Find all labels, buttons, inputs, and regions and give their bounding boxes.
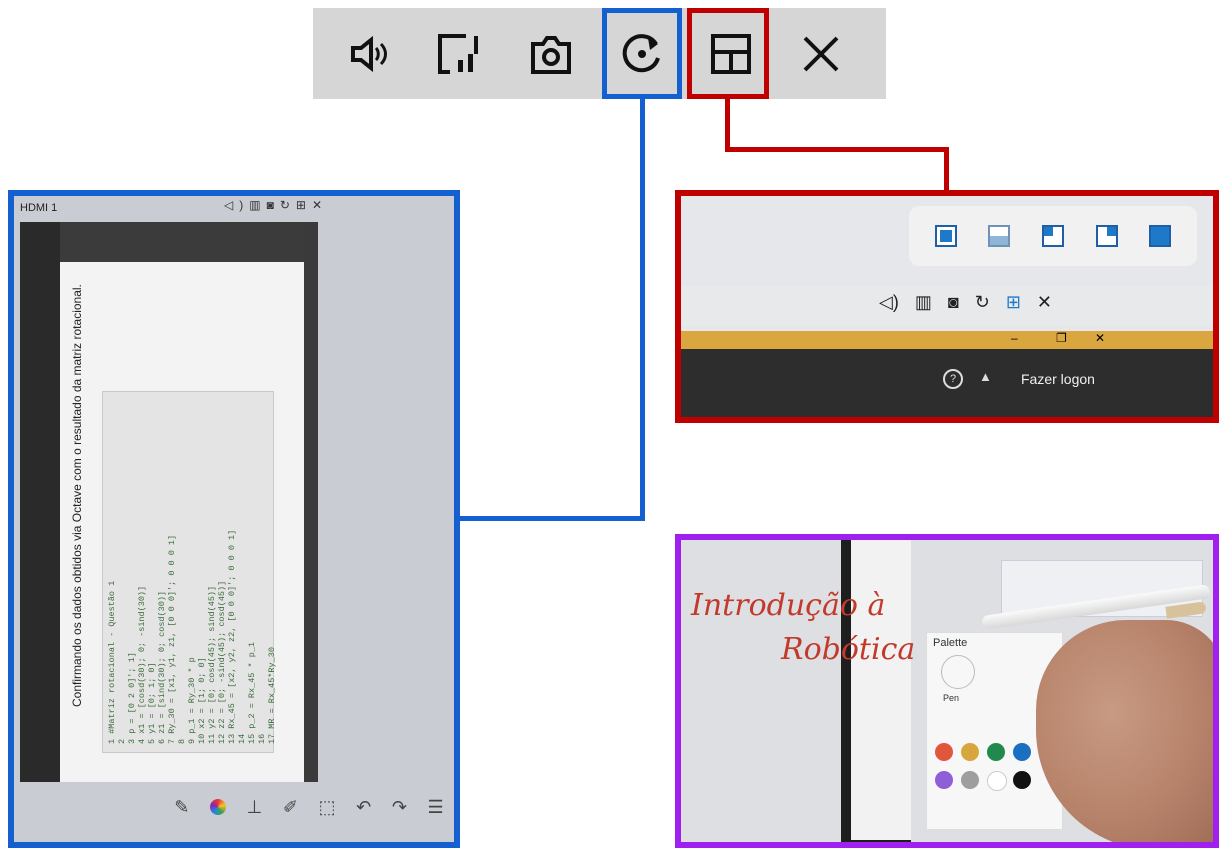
tv-toolbar: [313, 8, 886, 99]
rotated-screen-photo: HDMI 1 ◁)▥◙↻⊞✕ Confirmando os dados obti…: [8, 190, 460, 848]
color-swatch[interactable]: [935, 743, 953, 761]
browser-toolbar: [60, 222, 304, 262]
camera-icon[interactable]: [511, 8, 591, 99]
code-line: 14: [237, 733, 247, 744]
whiteboard-toolbar: ✎ ⊥ ✐ ⬚ ↶ ↷ ☰: [164, 788, 454, 826]
tv-toolbar-small: ◁) ▥ ◙ ↻ ⊞ ✕: [879, 292, 1052, 313]
source-label: HDMI 1: [20, 202, 58, 214]
code-line: 17 MR = Rx_45*Ry_30: [267, 647, 277, 744]
menu-icon[interactable]: ☰: [428, 797, 444, 818]
undo-icon[interactable]: ↶: [356, 797, 371, 818]
red-connector-line-h: [725, 147, 948, 152]
taskbar-strip: [20, 222, 60, 782]
code-line: 5 y1 = [0; 1; 0]: [147, 662, 157, 744]
layout-center-icon[interactable]: [934, 225, 957, 247]
app-header: ? ▲: [681, 349, 1213, 417]
code-line: 16: [257, 733, 267, 744]
code-block: 1 #Matriz rotacional - Questão 1 2 3 p =…: [107, 530, 277, 744]
palette-title: Palette: [933, 637, 968, 649]
code-line: 12 z2 = [0; -sind(45); cosd(45)]: [217, 580, 227, 744]
edit-icon[interactable]: ✐: [283, 797, 298, 818]
login-link[interactable]: Fazer logon: [1021, 371, 1095, 387]
window-close-button[interactable]: ✕: [1095, 331, 1105, 345]
screen-mirror-icon[interactable]: ▥: [249, 198, 266, 212]
volume-icon[interactable]: ◁): [879, 292, 899, 313]
layout-half-icon[interactable]: [988, 225, 1011, 247]
display-screen: [851, 540, 911, 840]
layout-highlight-box: [687, 8, 769, 99]
color-swatch[interactable]: [1013, 743, 1031, 761]
layout-menu-photo: ◁) ▥ ◙ ↻ ⊞ ✕ – ❐ ✕ ? ▲ Fazer logon: [675, 190, 1219, 423]
code-line: 2: [117, 738, 127, 744]
minimize-button[interactable]: –: [1011, 331, 1018, 345]
handwriting-line2: Robótica: [781, 632, 916, 667]
restore-button[interactable]: ❐: [1056, 331, 1067, 345]
layout-popup: [909, 206, 1197, 266]
color-swatch[interactable]: [987, 743, 1005, 761]
pen-label: Pen: [943, 693, 960, 703]
camera-icon[interactable]: ◙: [948, 292, 959, 313]
layout-full-icon[interactable]: [1149, 225, 1172, 247]
close-icon[interactable]: ✕: [312, 198, 328, 212]
caption: Confirmando os dados obtidos via Octave …: [70, 284, 84, 707]
code-line: 9 p_1 = Ry_30 * p: [187, 657, 197, 744]
screen-mirror-icon[interactable]: [418, 8, 498, 99]
color-swatch[interactable]: [935, 771, 953, 789]
pen-palette-photo: Introdução à Robótica Palette Pen: [675, 534, 1219, 848]
layout-top-right-icon[interactable]: [1095, 225, 1118, 247]
close-icon[interactable]: ✕: [1037, 292, 1052, 313]
layout-icon[interactable]: ⊞: [296, 198, 312, 212]
layout-icon[interactable]: ⊞: [1006, 292, 1021, 313]
code-line: 7 Ry_30 = [x1, y1, z1, [0 0 0]'; 0 0 0 1…: [167, 534, 177, 744]
mini-toolbar: ◁)▥◙↻⊞✕: [224, 198, 328, 212]
color-wheel-icon[interactable]: [209, 799, 226, 815]
code-line: 10 x2 = [1; 0; 0]: [197, 657, 207, 744]
camera-icon[interactable]: ◙: [267, 198, 280, 212]
octave-code-box: 1 #Matriz rotacional - Questão 1 2 3 p =…: [102, 391, 277, 753]
width-icon[interactable]: ⊥: [247, 797, 263, 818]
redo-icon[interactable]: ↷: [392, 797, 407, 818]
help-icon[interactable]: ?: [943, 369, 963, 389]
volume-icon[interactable]: ◁): [224, 198, 249, 212]
code-line: 3 p = [0 2 0]'; 1]: [127, 652, 137, 744]
layout-top-left-icon[interactable]: [1041, 225, 1064, 247]
rotate-icon[interactable]: ↻: [975, 292, 990, 313]
notification-bell-icon[interactable]: ▲: [979, 369, 992, 384]
side-taskbar: [304, 222, 318, 782]
red-connector-line: [725, 99, 730, 151]
select-icon[interactable]: ⬚: [319, 797, 336, 818]
pen-type-icon[interactable]: [941, 655, 975, 689]
color-swatch[interactable]: [961, 743, 979, 761]
code-line: 4 x1 = [cosd(30); 0; -sind(30)]: [137, 585, 147, 744]
color-swatch[interactable]: [961, 771, 979, 789]
code-line: 8: [177, 738, 187, 744]
blue-connector-line: [640, 99, 645, 521]
pen-icon[interactable]: ✎: [174, 797, 189, 818]
code-line: 15 p_2 = Rx_45 * p_1: [247, 641, 257, 744]
rotate-icon[interactable]: ↻: [280, 198, 296, 212]
code-line: 6 z1 = [sind(30); 0; cosd(30)]: [157, 590, 167, 744]
handwriting-line1: Introdução à: [691, 588, 886, 623]
window-title-bar: – ❐ ✕: [681, 331, 1213, 349]
color-swatch[interactable]: [987, 771, 1007, 791]
close-icon[interactable]: [781, 8, 861, 99]
rotate-highlight-box: [602, 8, 682, 99]
code-line: 11 y2 = [0; cosd(45); sind(45)]: [207, 585, 217, 744]
code-line: 13 Rx_45 = [x2, y2, z2, [0 0 0]'; 0 0 0 …: [227, 529, 237, 744]
code-line: 1 #Matriz rotacional - Questão 1: [107, 580, 117, 744]
screen-mirror-icon[interactable]: ▥: [915, 292, 932, 313]
red-connector-line-v2: [944, 147, 949, 192]
volume-icon[interactable]: [331, 8, 411, 99]
color-swatch[interactable]: [1013, 771, 1031, 789]
blue-connector-line-h: [460, 516, 645, 521]
hand-photo: [1036, 620, 1213, 842]
